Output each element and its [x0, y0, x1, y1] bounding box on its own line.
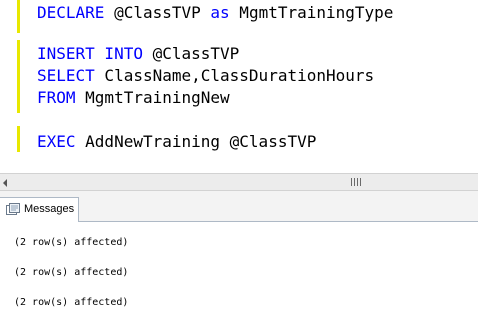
change-marker [17, 40, 20, 113]
tab-messages[interactable]: Messages [0, 197, 79, 222]
sql-editor[interactable]: DECLARE @ClassTVP as MgmtTrainingType IN… [0, 0, 478, 173]
message-line: (2 row(s) affected) [14, 267, 129, 278]
tab-label: Messages [24, 203, 75, 215]
code-line-insert: INSERT INTO @ClassTVP [37, 44, 239, 63]
messages-icon [6, 203, 20, 215]
scroll-grip-icon[interactable] [351, 178, 361, 186]
message-line: (2 row(s) affected) [14, 237, 129, 248]
keyword: INSERT INTO [37, 44, 143, 63]
messages-pane[interactable]: (2 row(s) affected) (2 row(s) affected) … [0, 222, 478, 336]
code-text: @ClassTVP [104, 3, 211, 22]
keyword: FROM [37, 88, 76, 107]
code-line-declare: DECLARE @ClassTVP as MgmtTrainingType [37, 3, 393, 22]
code-text: MgmtTrainingType [229, 3, 394, 22]
keyword: EXEC [37, 132, 76, 151]
scroll-left-arrow-icon[interactable] [3, 179, 7, 187]
code-text: AddNewTraining @ClassTVP [75, 132, 317, 151]
horizontal-scrollbar[interactable] [0, 173, 478, 191]
message-line: (2 row(s) affected) [14, 297, 129, 308]
change-marker [17, 126, 20, 152]
code-line-exec: EXEC AddNewTraining @ClassTVP [37, 132, 316, 151]
code-text: ClassName,ClassDurationHours [94, 66, 375, 85]
code-line-from: FROM MgmtTrainingNew [37, 88, 230, 107]
keyword: DECLARE [37, 3, 105, 22]
code-text: @ClassTVP [142, 44, 240, 63]
code-text: MgmtTrainingNew [75, 88, 230, 107]
keyword: SELECT [37, 66, 95, 85]
change-marker [17, 0, 20, 33]
code-line-select: SELECT ClassName,ClassDurationHours [37, 66, 374, 85]
keyword: as [210, 3, 230, 22]
results-tabstrip: Messages [0, 191, 478, 222]
